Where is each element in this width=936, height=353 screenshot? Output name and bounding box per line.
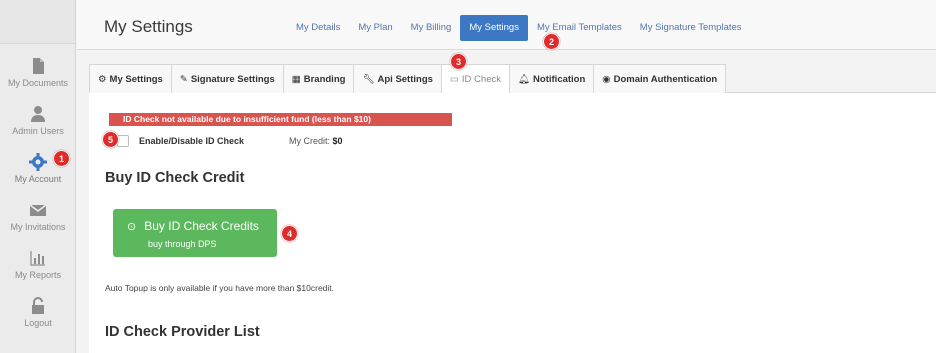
sidebar-item-label: My Reports bbox=[14, 270, 61, 280]
marker-badge: 1 bbox=[53, 150, 70, 167]
tab-label: Domain Authentication bbox=[613, 73, 718, 85]
buy-button-title: ⊙ Buy ID Check Credits bbox=[127, 219, 259, 233]
pencil-icon: ✎ bbox=[179, 73, 188, 85]
envelope-icon bbox=[28, 200, 48, 220]
sidebar-item-label: My Account bbox=[14, 174, 62, 184]
tab-label: My Settings bbox=[109, 73, 163, 85]
sidebar-item-label: Logout bbox=[24, 318, 52, 328]
gear-icon bbox=[28, 152, 48, 172]
nav-my-billing[interactable]: My Billing bbox=[402, 15, 461, 41]
tab-label: Signature Settings bbox=[190, 73, 275, 85]
marker-badge: 5 bbox=[102, 131, 119, 148]
insufficient-fund-alert: ID Check not available due to insufficie… bbox=[109, 113, 452, 126]
tab-my-settings[interactable]: ⚙ My Settings bbox=[89, 64, 172, 93]
nav-my-settings[interactable]: My Settings bbox=[460, 15, 528, 41]
buy-credit-heading: Buy ID Check Credit bbox=[105, 170, 245, 186]
nav-my-details[interactable]: My Details bbox=[287, 15, 349, 41]
id-card-icon: ▭ bbox=[449, 73, 459, 85]
sidebar-header bbox=[0, 0, 75, 44]
document-icon bbox=[28, 56, 48, 76]
sidebar-item-my-reports[interactable]: My Reports bbox=[0, 242, 76, 290]
sidebar-item-logout[interactable]: Logout bbox=[0, 290, 76, 338]
auto-topup-note: Auto Topup is only available if you have… bbox=[105, 283, 335, 293]
sidebar-item-label: My Documents bbox=[7, 78, 69, 88]
marker-badge: 3 bbox=[450, 53, 467, 70]
buy-button-title-text: Buy ID Check Credits bbox=[144, 219, 259, 233]
user-icon bbox=[28, 104, 48, 124]
tab-label: ID Check bbox=[461, 73, 501, 85]
buy-button-subtitle: buy through DPS bbox=[148, 239, 217, 249]
top-header: My Settings My Details My Plan My Billin… bbox=[77, 0, 936, 50]
tab-label: Api Settings bbox=[377, 73, 433, 85]
bar-chart-icon bbox=[28, 248, 48, 268]
globe-icon: ◉ bbox=[602, 73, 611, 85]
tab-signature-settings[interactable]: ✎ Signature Settings bbox=[170, 64, 284, 93]
id-check-panel: ID Check not available due to insufficie… bbox=[89, 93, 936, 353]
wrench-icon: 🔧︎ bbox=[362, 73, 375, 85]
sidebar-item-label: Admin Users bbox=[12, 126, 64, 136]
marker-badge: 2 bbox=[543, 33, 560, 50]
marker-badge: 4 bbox=[281, 225, 298, 242]
page-title: My Settings bbox=[104, 17, 193, 36]
sidebar-item-my-documents[interactable]: My Documents bbox=[0, 50, 76, 98]
provider-list-heading: ID Check Provider List bbox=[105, 324, 260, 340]
unlock-icon bbox=[28, 296, 48, 316]
nav-my-plan[interactable]: My Plan bbox=[349, 15, 401, 41]
tab-notification[interactable]: 🔔︎ Notification bbox=[508, 64, 595, 93]
id-check-toggle-row: Enable/Disable ID Check bbox=[117, 133, 244, 149]
sidebar-item-my-invitations[interactable]: My Invitations bbox=[0, 194, 76, 242]
check-circle-icon: ⊙ bbox=[127, 221, 137, 233]
tab-api-settings[interactable]: 🔧︎ Api Settings bbox=[353, 64, 442, 93]
tab-label: Branding bbox=[303, 73, 346, 85]
id-check-toggle-label: Enable/Disable ID Check bbox=[139, 136, 245, 146]
credit-label: My Credit: bbox=[289, 136, 331, 146]
grid-icon: ▦ bbox=[291, 73, 301, 85]
tab-id-check[interactable]: ▭ ID Check bbox=[440, 64, 510, 93]
settings-tabs: ⚙ My Settings ✎ Signature Settings ▦ Bra… bbox=[89, 64, 936, 93]
gear-icon: ⚙ bbox=[98, 73, 107, 85]
sidebar-item-admin-users[interactable]: Admin Users bbox=[0, 98, 76, 146]
tab-label: Notification bbox=[533, 73, 586, 85]
sidebar-item-label: My Invitations bbox=[10, 222, 66, 232]
buy-id-check-credits-button[interactable]: ⊙ Buy ID Check Credits buy through DPS bbox=[113, 209, 277, 257]
nav-my-signature-templates[interactable]: My Signature Templates bbox=[631, 15, 751, 41]
credit-value: $0 bbox=[332, 136, 343, 146]
tab-domain-authentication[interactable]: ◉ Domain Authentication bbox=[593, 64, 727, 93]
bell-icon: 🔔︎ bbox=[517, 73, 531, 85]
tab-branding[interactable]: ▦ Branding bbox=[282, 64, 355, 93]
credit-display: My Credit: $0 bbox=[289, 136, 343, 146]
left-sidebar: My Documents Admin Users My Account My I… bbox=[0, 0, 76, 353]
top-nav: My Details My Plan My Billing My Setting… bbox=[287, 15, 751, 41]
